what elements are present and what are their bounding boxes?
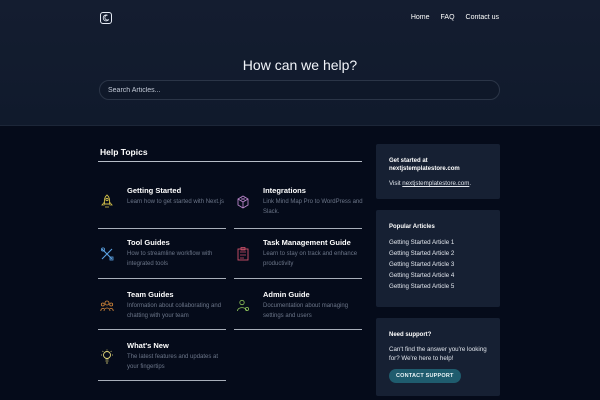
visit-text: Visit nextjstemplatestore.com. [389, 180, 487, 189]
topic-description: Learn how to get started with Next.js [127, 199, 225, 205]
moon-icon [102, 14, 110, 22]
topic-description: Learn to stay on track and enhance produ… [263, 251, 358, 267]
popular-article-link[interactable]: Getting Started Article 2 [389, 248, 487, 259]
divider [98, 278, 226, 279]
topic-title: Task Management Guide [263, 238, 351, 247]
divider [98, 380, 226, 381]
divider [234, 329, 362, 330]
search-input[interactable] [99, 80, 500, 100]
nav-link-home[interactable]: Home [411, 14, 430, 21]
topic-getting-started[interactable]: Getting Started Learn how to get started… [100, 186, 230, 222]
help-topics-heading: Help Topics [100, 147, 148, 157]
topic-team-guides[interactable]: Team Guides Information about collaborat… [100, 290, 230, 326]
topic-description: Information about collaborating and chat… [127, 303, 222, 319]
topic-task-management-guide[interactable]: Task Management Guide Learn to stay on t… [236, 238, 366, 274]
get-started-card: Get started at nextjstemplatestore.com V… [376, 144, 500, 199]
topic-description: The latest features and updates at your … [127, 354, 219, 370]
top-nav: Home FAQ Contact us [411, 14, 499, 21]
rocket-icon [101, 194, 113, 208]
visit-prefix: Visit [389, 180, 403, 187]
topic-description: How to streamline workflow with integrat… [127, 251, 213, 267]
card-title: Popular Articles [389, 224, 435, 230]
card-title: Need support? [389, 332, 432, 338]
topic-title: Admin Guide [263, 290, 310, 299]
topic-whats-new[interactable]: What's New The latest features and updat… [100, 341, 230, 377]
popular-articles-card: Popular Articles Getting Started Article… [376, 210, 500, 307]
popular-article-link[interactable]: Getting Started Article 1 [389, 237, 487, 248]
topic-title: What's New [127, 341, 169, 350]
contact-support-button[interactable]: CONTACT SUPPORT [389, 369, 461, 383]
visit-link[interactable]: nextjstemplatestore.com [402, 180, 469, 187]
divider [98, 161, 362, 162]
bulb-icon [101, 349, 113, 364]
nav-link-faq[interactable]: FAQ [441, 14, 455, 21]
hero-title: How can we help? [242, 57, 358, 73]
tools-icon [100, 247, 114, 261]
card-title: Get started at [389, 158, 428, 164]
task-icon [237, 247, 249, 261]
visit-suffix: . [469, 180, 472, 187]
logo-icon[interactable] [100, 12, 112, 24]
divider [98, 329, 226, 330]
popular-article-link[interactable]: Getting Started Article 3 [389, 259, 487, 270]
topic-tool-guides[interactable]: Tool Guides How to streamline workflow w… [100, 238, 230, 274]
admin-icon [237, 299, 249, 312]
divider [234, 278, 362, 279]
topic-admin-guide[interactable]: Admin Guide Documentation about managing… [236, 290, 366, 326]
topic-title: Team Guides [127, 290, 174, 299]
cube-icon [237, 195, 249, 209]
topic-description: Link Mind Map Pro to WordPress and Slack… [263, 199, 363, 215]
topic-title: Tool Guides [127, 238, 170, 247]
hero-section: Home FAQ Contact us How can we help? [0, 0, 600, 126]
nav-link-contact[interactable]: Contact us [466, 14, 499, 21]
topic-title: Integrations [263, 186, 306, 195]
topic-description: Documentation about managing settings an… [263, 303, 349, 319]
divider [234, 228, 362, 229]
popular-article-link[interactable]: Getting Started Article 4 [389, 270, 487, 281]
topic-integrations[interactable]: Integrations Link Mind Map Pro to WordPr… [236, 186, 366, 222]
team-icon [100, 300, 114, 312]
support-text: Can't find the answer you're looking for… [389, 346, 487, 362]
support-card: Need support? Can't find the answer you'… [376, 318, 500, 396]
card-title-site: nextjstemplatestore.com [389, 166, 460, 172]
popular-article-link[interactable]: Getting Started Article 5 [389, 281, 487, 292]
topic-title: Getting Started [127, 186, 182, 195]
divider [98, 228, 226, 229]
